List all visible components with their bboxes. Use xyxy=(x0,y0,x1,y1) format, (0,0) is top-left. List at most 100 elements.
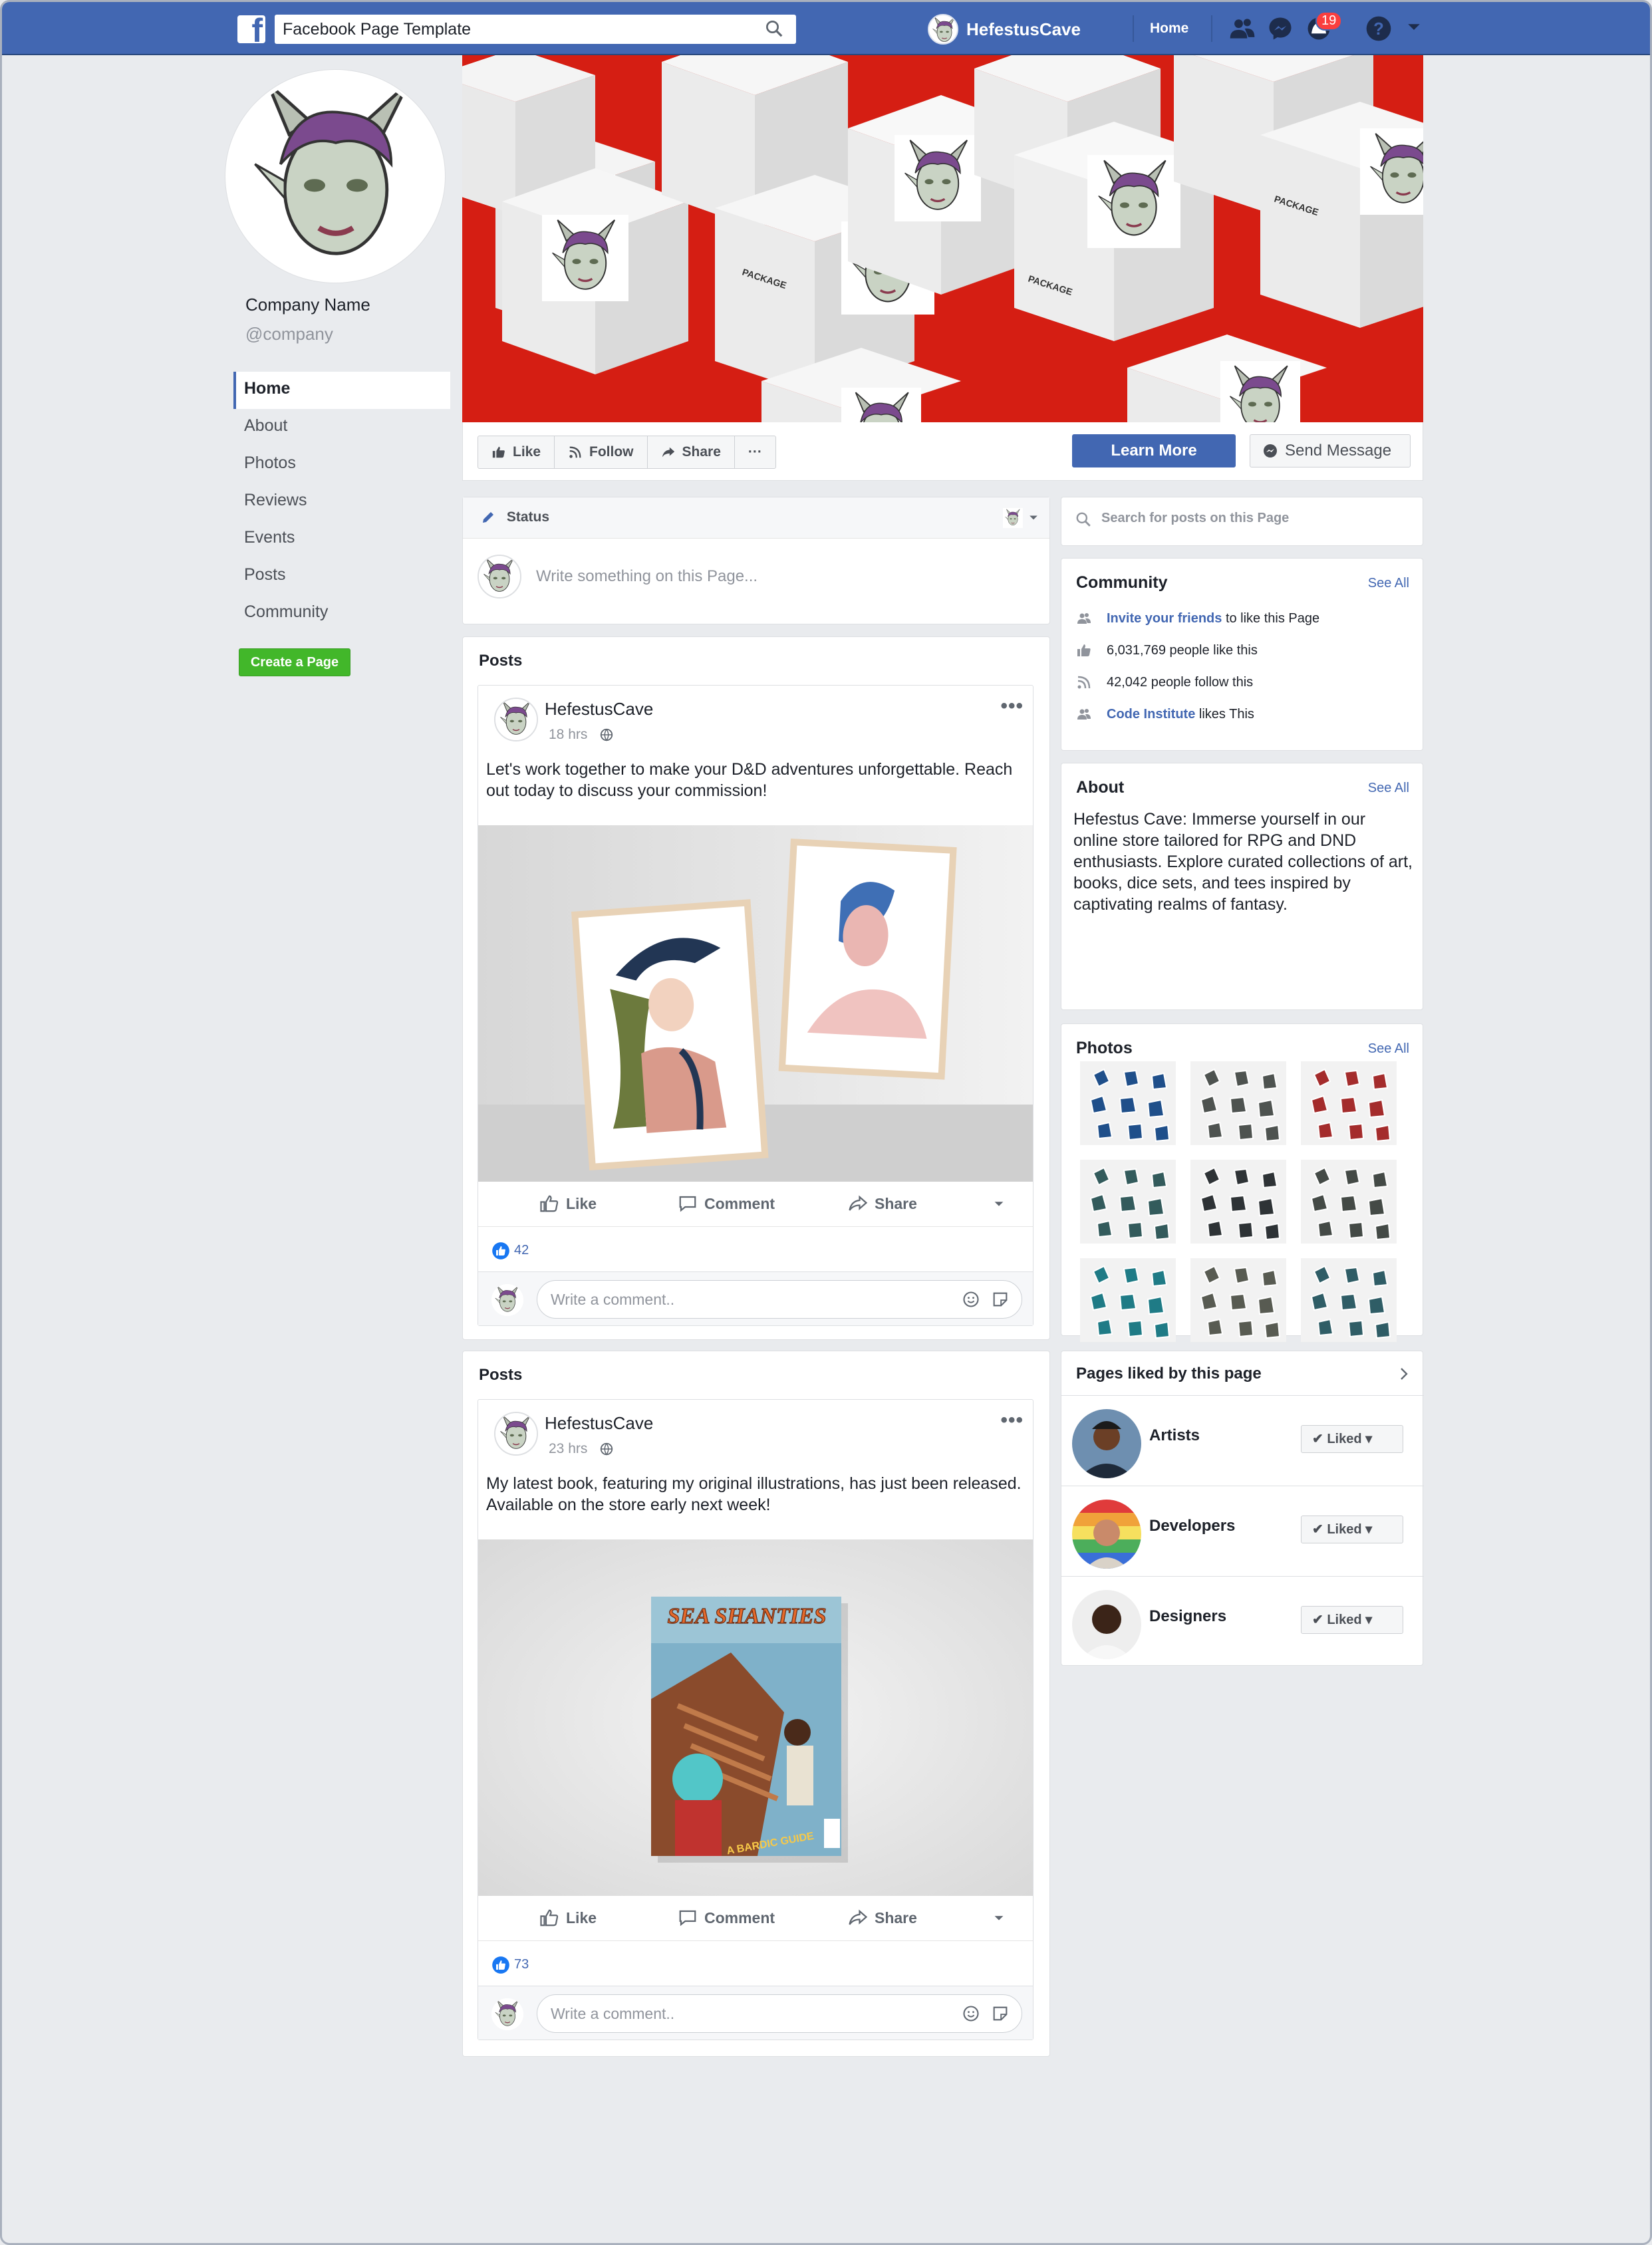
topbar-page-link[interactable]: HefestusCave xyxy=(928,13,1081,46)
composer-status-tab[interactable]: Status xyxy=(507,509,549,525)
page-action-bar: Like Follow Share ··· Learn More Send Me… xyxy=(462,422,1423,481)
create-page-button[interactable]: Create a Page xyxy=(239,648,350,676)
company-name: Company Name xyxy=(245,295,370,315)
composer-body[interactable]: Write something on this Page... xyxy=(463,539,1049,614)
post-time-text: 23 hrs xyxy=(549,1441,588,1456)
photo-thumbnail[interactable] xyxy=(1080,1061,1176,1145)
topbar-home-link[interactable]: Home xyxy=(1150,21,1188,37)
post-author-avatar[interactable] xyxy=(494,1412,538,1456)
topbar-page-name: HefestusCave xyxy=(966,19,1081,39)
post-audience-chevron-icon[interactable] xyxy=(992,1911,1006,1925)
identity-chevron-icon[interactable] xyxy=(1027,511,1040,528)
pencil-icon xyxy=(483,512,493,523)
messenger-icon xyxy=(1264,444,1277,458)
liked-page-name[interactable]: Developers xyxy=(1149,1517,1235,1535)
page-more-button[interactable]: ··· xyxy=(735,436,775,468)
search-icon[interactable] xyxy=(764,19,784,45)
thumbs-up-icon xyxy=(1077,644,1091,656)
post-comment-button[interactable]: Comment xyxy=(678,1194,775,1214)
community-liker-text: likes This xyxy=(1198,706,1254,722)
photo-thumbnail[interactable] xyxy=(1301,1258,1397,1342)
post-share-button[interactable]: Share xyxy=(848,1194,917,1214)
account-menu-chevron-icon[interactable] xyxy=(1404,17,1435,46)
messenger-icon[interactable] xyxy=(1266,14,1296,43)
post-image[interactable] xyxy=(478,825,1033,1182)
liked-button[interactable]: ✔ Liked ▾ xyxy=(1301,1606,1403,1634)
liked-button[interactable]: ✔ Liked ▾ xyxy=(1301,1516,1403,1543)
chevron-right-icon[interactable] xyxy=(1396,1366,1412,1385)
post-like-button[interactable]: Like xyxy=(539,1908,597,1928)
comment-input[interactable]: Write a comment.. xyxy=(537,1280,1022,1319)
cover-photo[interactable]: PACKAGE PACKAGE PACKAGE xyxy=(462,55,1423,422)
nav-item-photos[interactable]: Photos xyxy=(233,446,450,483)
post-author-name[interactable]: HefestusCave xyxy=(545,699,653,720)
photos-card: Photos See All xyxy=(1061,1023,1423,1342)
post-comment-button[interactable]: Comment xyxy=(678,1908,775,1928)
page-share-button[interactable]: Share xyxy=(648,436,735,468)
post-timestamp[interactable]: 18 hrs xyxy=(549,727,614,743)
post-author-avatar[interactable] xyxy=(494,698,538,741)
search-input[interactable]: Facebook Page Template xyxy=(275,15,796,44)
page-like-button[interactable]: Like xyxy=(478,436,555,468)
community-see-all-link[interactable]: See All xyxy=(1368,576,1409,591)
post-share-button[interactable]: Share xyxy=(848,1908,917,1928)
nav-item-about[interactable]: About xyxy=(233,409,450,446)
liked-page-name[interactable]: Artists xyxy=(1149,1426,1200,1445)
post-comment-label: Comment xyxy=(704,1909,775,1926)
liked-page-row[interactable]: Developers ✔ Liked ▾ xyxy=(1061,1486,1424,1576)
help-icon[interactable]: ? xyxy=(1364,14,1395,43)
page-post-search[interactable]: Search for posts on this Page xyxy=(1061,497,1423,546)
liked-page-row[interactable]: Designers ✔ Liked ▾ xyxy=(1061,1576,1424,1666)
sticker-icon[interactable] xyxy=(991,1290,1010,1309)
liked-button-label: Liked xyxy=(1327,1432,1362,1446)
liked-button[interactable]: ✔ Liked ▾ xyxy=(1301,1425,1403,1453)
page-follow-button[interactable]: Follow xyxy=(555,436,648,468)
post-timestamp[interactable]: 23 hrs xyxy=(549,1441,614,1457)
photo-thumbnail[interactable] xyxy=(1190,1258,1286,1342)
photo-grid xyxy=(1080,1061,1406,1342)
nav-item-home[interactable]: Home xyxy=(233,372,450,409)
post-audience-chevron-icon[interactable] xyxy=(992,1196,1006,1211)
photo-thumbnail[interactable] xyxy=(1190,1160,1286,1244)
nav-item-posts[interactable]: Posts xyxy=(233,558,450,595)
photos-title: Photos xyxy=(1076,1039,1133,1057)
post-options-icon[interactable]: ••• xyxy=(1000,695,1024,718)
emoji-icon[interactable] xyxy=(962,1290,980,1309)
composer-identity-avatar[interactable] xyxy=(1003,508,1023,532)
learn-more-button[interactable]: Learn More xyxy=(1072,434,1236,467)
liked-page-row[interactable]: Artists ✔ Liked ▾ xyxy=(1061,1395,1424,1486)
photo-thumbnail[interactable] xyxy=(1080,1258,1176,1342)
post-author-name[interactable]: HefestusCave xyxy=(545,1413,653,1434)
commenter-avatar xyxy=(491,1998,523,2030)
nav-item-community[interactable]: Community xyxy=(233,595,450,632)
comment-input[interactable]: Write a comment.. xyxy=(537,1994,1022,2033)
post-like-button[interactable]: Like xyxy=(539,1194,597,1214)
liked-page-name[interactable]: Designers xyxy=(1149,1607,1226,1626)
code-institute-link[interactable]: Code Institute xyxy=(1107,707,1195,722)
friend-requests-icon[interactable] xyxy=(1227,14,1258,43)
facebook-logo-icon[interactable]: f xyxy=(237,15,265,43)
photos-see-all-link[interactable]: See All xyxy=(1368,1041,1409,1057)
photo-thumbnail[interactable] xyxy=(1080,1160,1176,1244)
post-image[interactable]: SEA SHANTIES A BARDIC GUIDE xyxy=(478,1539,1033,1896)
about-see-all-link[interactable]: See All xyxy=(1368,781,1409,796)
emoji-icon[interactable] xyxy=(962,2004,980,2023)
post-like-label: Like xyxy=(566,1194,597,1212)
photo-thumbnail[interactable] xyxy=(1301,1160,1397,1244)
photo-thumbnail[interactable] xyxy=(1190,1061,1286,1145)
post-reactions[interactable]: 73 xyxy=(478,1941,1033,1986)
post-card: Posts HefestusCave 18 hrs ••• Let's work… xyxy=(462,636,1050,1340)
comment-icon xyxy=(679,1196,696,1212)
post-reaction-count: 73 xyxy=(514,1957,529,1972)
invite-friends-link[interactable]: Invite your friends xyxy=(1107,611,1222,626)
nav-item-reviews[interactable]: Reviews xyxy=(233,483,450,521)
composer-placeholder[interactable]: Write something on this Page... xyxy=(536,567,757,586)
post-options-icon[interactable]: ••• xyxy=(1000,1409,1024,1432)
sticker-icon[interactable] xyxy=(991,2004,1010,2023)
nav-item-events[interactable]: Events xyxy=(233,521,450,558)
profile-picture[interactable] xyxy=(225,70,445,283)
send-message-button[interactable]: Send Message xyxy=(1250,434,1411,467)
photo-thumbnail[interactable] xyxy=(1301,1061,1397,1145)
post-reactions[interactable]: 42 xyxy=(478,1227,1033,1272)
thumbs-up-icon xyxy=(492,446,505,458)
